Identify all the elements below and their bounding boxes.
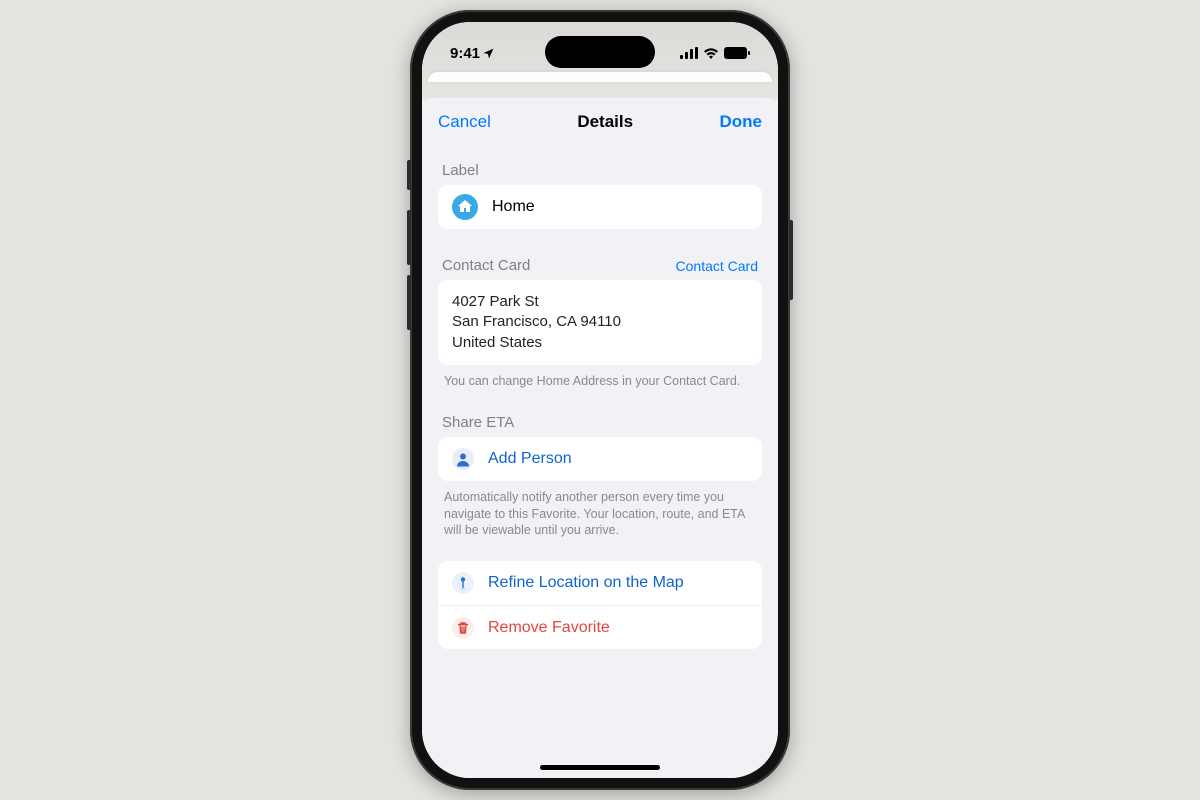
status-icons (680, 47, 750, 59)
volume-up-button (407, 210, 411, 265)
map-pin-icon (452, 572, 474, 594)
phone-frame: 9:41 Cancel Details Done Label (410, 10, 790, 790)
address-line1: 4027 Park St (452, 292, 621, 312)
remove-favorite-row[interactable]: Remove Favorite (438, 605, 762, 649)
done-button[interactable]: Done (719, 112, 762, 132)
contact-footnote: You can change Home Address in your Cont… (438, 365, 762, 390)
battery-icon (724, 47, 750, 59)
location-icon (482, 47, 495, 60)
screen: 9:41 Cancel Details Done Label (422, 22, 778, 778)
details-sheet: Cancel Details Done Label Home (422, 98, 778, 778)
refine-location-row[interactable]: Refine Location on the Map (438, 561, 762, 605)
label-card: Home (438, 185, 762, 229)
label-name: Home (492, 198, 535, 216)
address-line3: United States (452, 333, 621, 353)
address-row[interactable]: 4027 Park St San Francisco, CA 94110 Uni… (438, 280, 762, 365)
sheet-content: Label Home Contact Card Contact Card (422, 142, 778, 778)
cellular-icon (680, 47, 698, 59)
wifi-icon (703, 47, 719, 59)
add-person-label: Add Person (488, 450, 572, 468)
trash-icon (452, 617, 474, 639)
volume-down-button (407, 275, 411, 330)
share-eta-card: Add Person (438, 437, 762, 481)
person-icon (452, 448, 474, 470)
contact-header-text: Contact Card (442, 257, 530, 274)
contact-section-header: Contact Card Contact Card (438, 243, 762, 280)
side-button (407, 160, 411, 190)
actions-card: Refine Location on the Map Remove Favori… (438, 561, 762, 649)
contact-card: 4027 Park St San Francisco, CA 94110 Uni… (438, 280, 762, 365)
label-row[interactable]: Home (438, 185, 762, 229)
nav-title: Details (577, 112, 633, 132)
label-section-header: Label (438, 148, 762, 185)
address-line2: San Francisco, CA 94110 (452, 312, 621, 332)
contact-card-link[interactable]: Contact Card (676, 258, 758, 274)
home-icon (452, 194, 478, 220)
address-block: 4027 Park St San Francisco, CA 94110 Uni… (452, 292, 621, 353)
dynamic-island (545, 36, 655, 68)
home-indicator[interactable] (540, 765, 660, 770)
add-person-row[interactable]: Add Person (438, 437, 762, 481)
share-eta-header-text: Share ETA (442, 414, 514, 431)
share-eta-footnote: Automatically notify another person ever… (438, 481, 762, 540)
status-time: 9:41 (450, 45, 495, 62)
cancel-button[interactable]: Cancel (438, 112, 491, 132)
nav-bar: Cancel Details Done (422, 98, 778, 142)
remove-favorite-label: Remove Favorite (488, 619, 610, 637)
time-label: 9:41 (450, 45, 480, 62)
power-button (789, 220, 793, 300)
label-header-text: Label (442, 162, 479, 179)
share-eta-header: Share ETA (438, 400, 762, 437)
sheet-backdrop (422, 72, 778, 100)
refine-location-label: Refine Location on the Map (488, 574, 684, 592)
sheet-peek (428, 72, 772, 82)
